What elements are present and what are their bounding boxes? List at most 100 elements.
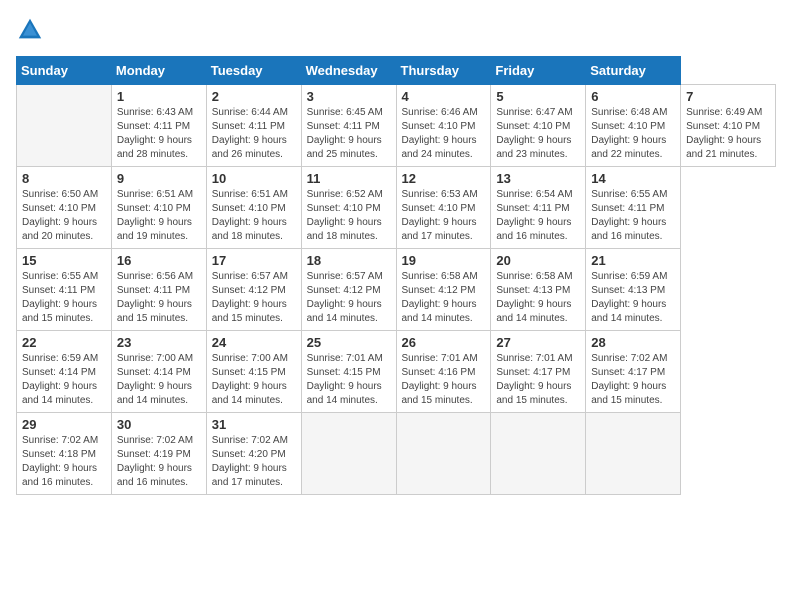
day-info: Sunrise: 7:01 AMSunset: 4:16 PMDaylight:… — [402, 352, 486, 408]
day-number: 6 — [591, 89, 675, 104]
day-number: 25 — [307, 335, 391, 350]
day-number: 2 — [212, 89, 296, 104]
day-number: 5 — [496, 89, 580, 104]
day-number: 17 — [212, 253, 296, 268]
day-info: Sunrise: 6:52 AMSunset: 4:10 PMDaylight:… — [307, 188, 391, 244]
calendar-day: 18 Sunrise: 6:57 AMSunset: 4:12 PMDayligh… — [301, 249, 396, 331]
day-info: Sunrise: 6:50 AMSunset: 4:10 PMDaylight:… — [22, 188, 106, 244]
day-number: 13 — [496, 171, 580, 186]
calendar-day — [301, 413, 396, 495]
weekday-header: Tuesday — [206, 57, 301, 85]
day-number: 28 — [591, 335, 675, 350]
day-info: Sunrise: 7:00 AMSunset: 4:15 PMDaylight:… — [212, 352, 296, 408]
day-info: Sunrise: 6:57 AMSunset: 4:12 PMDaylight:… — [307, 270, 391, 326]
logo-icon — [16, 16, 44, 44]
weekday-header: Saturday — [586, 57, 681, 85]
calendar-day: 27 Sunrise: 7:01 AMSunset: 4:17 PMDayligh… — [491, 331, 586, 413]
day-number: 22 — [22, 335, 106, 350]
calendar-day: 17 Sunrise: 6:57 AMSunset: 4:12 PMDayligh… — [206, 249, 301, 331]
calendar-day: 7 Sunrise: 6:49 AMSunset: 4:10 PMDaylight… — [681, 85, 776, 167]
day-info: Sunrise: 7:02 AMSunset: 4:19 PMDaylight:… — [117, 434, 201, 490]
calendar-day: 4Sunrise: 6:46 AMSunset: 4:10 PMDaylight… — [396, 85, 491, 167]
day-info: Sunrise: 6:55 AMSunset: 4:11 PMDaylight:… — [22, 270, 106, 326]
calendar-day: 30 Sunrise: 7:02 AMSunset: 4:19 PMDayligh… — [111, 413, 206, 495]
calendar-day: 13 Sunrise: 6:54 AMSunset: 4:11 PMDayligh… — [491, 167, 586, 249]
header-row: SundayMondayTuesdayWednesdayThursdayFrid… — [17, 57, 776, 85]
calendar-day: 9 Sunrise: 6:51 AMSunset: 4:10 PMDaylight… — [111, 167, 206, 249]
logo — [16, 16, 48, 44]
day-info: Sunrise: 6:44 AMSunset: 4:11 PMDaylight:… — [212, 106, 296, 162]
calendar-day: 22 Sunrise: 6:59 AMSunset: 4:14 PMDayligh… — [17, 331, 112, 413]
calendar-day: 23Sunrise: 7:00 AMSunset: 4:14 PMDayligh… — [111, 331, 206, 413]
day-number: 24 — [212, 335, 296, 350]
day-number: 10 — [212, 171, 296, 186]
calendar-day: 6 Sunrise: 6:48 AMSunset: 4:10 PMDaylight… — [586, 85, 681, 167]
day-number: 20 — [496, 253, 580, 268]
day-number: 18 — [307, 253, 391, 268]
calendar-day — [586, 413, 681, 495]
calendar-day: 10 Sunrise: 6:51 AMSunset: 4:10 PMDayligh… — [206, 167, 301, 249]
calendar-day: 19 Sunrise: 6:58 AMSunset: 4:12 PMDayligh… — [396, 249, 491, 331]
page-header — [16, 16, 776, 44]
day-number: 12 — [402, 171, 486, 186]
day-number: 7 — [686, 89, 770, 104]
calendar-week-row: 15Sunrise: 6:55 AMSunset: 4:11 PMDayligh… — [17, 249, 776, 331]
weekday-header: Monday — [111, 57, 206, 85]
calendar-week-row: 22 Sunrise: 6:59 AMSunset: 4:14 PMDayligh… — [17, 331, 776, 413]
day-info: Sunrise: 6:47 AMSunset: 4:10 PMDaylight:… — [496, 106, 580, 162]
calendar-header: SundayMondayTuesdayWednesdayThursdayFrid… — [17, 57, 776, 85]
day-info: Sunrise: 7:02 AMSunset: 4:18 PMDaylight:… — [22, 434, 106, 490]
calendar-day: 1Sunrise: 6:43 AMSunset: 4:11 PMDaylight… — [111, 85, 206, 167]
calendar-day: 11 Sunrise: 6:52 AMSunset: 4:10 PMDayligh… — [301, 167, 396, 249]
day-info: Sunrise: 6:55 AMSunset: 4:11 PMDaylight:… — [591, 188, 675, 244]
day-number: 9 — [117, 171, 201, 186]
calendar-day: 25Sunrise: 7:01 AMSunset: 4:15 PMDayligh… — [301, 331, 396, 413]
day-info: Sunrise: 6:54 AMSunset: 4:11 PMDaylight:… — [496, 188, 580, 244]
day-info: Sunrise: 6:51 AMSunset: 4:10 PMDaylight:… — [212, 188, 296, 244]
day-number: 26 — [402, 335, 486, 350]
calendar-day: 14Sunrise: 6:55 AMSunset: 4:11 PMDayligh… — [586, 167, 681, 249]
day-info: Sunrise: 6:59 AMSunset: 4:14 PMDaylight:… — [22, 352, 106, 408]
calendar-table: SundayMondayTuesdayWednesdayThursdayFrid… — [16, 56, 776, 495]
day-info: Sunrise: 6:58 AMSunset: 4:13 PMDaylight:… — [496, 270, 580, 326]
calendar-day: 3 Sunrise: 6:45 AMSunset: 4:11 PMDaylight… — [301, 85, 396, 167]
day-info: Sunrise: 6:51 AMSunset: 4:10 PMDaylight:… — [117, 188, 201, 244]
weekday-header: Wednesday — [301, 57, 396, 85]
calendar-day — [491, 413, 586, 495]
day-info: Sunrise: 7:02 AMSunset: 4:20 PMDaylight:… — [212, 434, 296, 490]
calendar-day: 20 Sunrise: 6:58 AMSunset: 4:13 PMDayligh… — [491, 249, 586, 331]
calendar-day: 15Sunrise: 6:55 AMSunset: 4:11 PMDayligh… — [17, 249, 112, 331]
weekday-header: Thursday — [396, 57, 491, 85]
day-number: 31 — [212, 417, 296, 432]
calendar-day: 16Sunrise: 6:56 AMSunset: 4:11 PMDayligh… — [111, 249, 206, 331]
day-info: Sunrise: 6:58 AMSunset: 4:12 PMDaylight:… — [402, 270, 486, 326]
calendar-week-row: 8 Sunrise: 6:50 AMSunset: 4:10 PMDaylight… — [17, 167, 776, 249]
day-number: 16 — [117, 253, 201, 268]
day-info: Sunrise: 7:02 AMSunset: 4:17 PMDaylight:… — [591, 352, 675, 408]
day-number: 21 — [591, 253, 675, 268]
calendar-body: 1Sunrise: 6:43 AMSunset: 4:11 PMDaylight… — [17, 85, 776, 495]
calendar-day: 31 Sunrise: 7:02 AMSunset: 4:20 PMDayligh… — [206, 413, 301, 495]
calendar-day: 28 Sunrise: 7:02 AMSunset: 4:17 PMDayligh… — [586, 331, 681, 413]
day-info: Sunrise: 7:01 AMSunset: 4:17 PMDaylight:… — [496, 352, 580, 408]
day-number: 8 — [22, 171, 106, 186]
day-info: Sunrise: 6:49 AMSunset: 4:10 PMDaylight:… — [686, 106, 770, 162]
day-number: 1 — [117, 89, 201, 104]
day-info: Sunrise: 6:45 AMSunset: 4:11 PMDaylight:… — [307, 106, 391, 162]
calendar-day: 29Sunrise: 7:02 AMSunset: 4:18 PMDayligh… — [17, 413, 112, 495]
weekday-header: Friday — [491, 57, 586, 85]
day-number: 3 — [307, 89, 391, 104]
calendar-day: 21Sunrise: 6:59 AMSunset: 4:13 PMDayligh… — [586, 249, 681, 331]
calendar-day: 12 Sunrise: 6:53 AMSunset: 4:10 PMDayligh… — [396, 167, 491, 249]
day-number: 11 — [307, 171, 391, 186]
day-info: Sunrise: 6:53 AMSunset: 4:10 PMDaylight:… — [402, 188, 486, 244]
day-number: 19 — [402, 253, 486, 268]
day-info: Sunrise: 6:48 AMSunset: 4:10 PMDaylight:… — [591, 106, 675, 162]
day-number: 4 — [402, 89, 486, 104]
calendar-day — [396, 413, 491, 495]
day-info: Sunrise: 6:57 AMSunset: 4:12 PMDaylight:… — [212, 270, 296, 326]
day-number: 27 — [496, 335, 580, 350]
calendar-day: 26 Sunrise: 7:01 AMSunset: 4:16 PMDayligh… — [396, 331, 491, 413]
weekday-header: Sunday — [17, 57, 112, 85]
day-number: 30 — [117, 417, 201, 432]
